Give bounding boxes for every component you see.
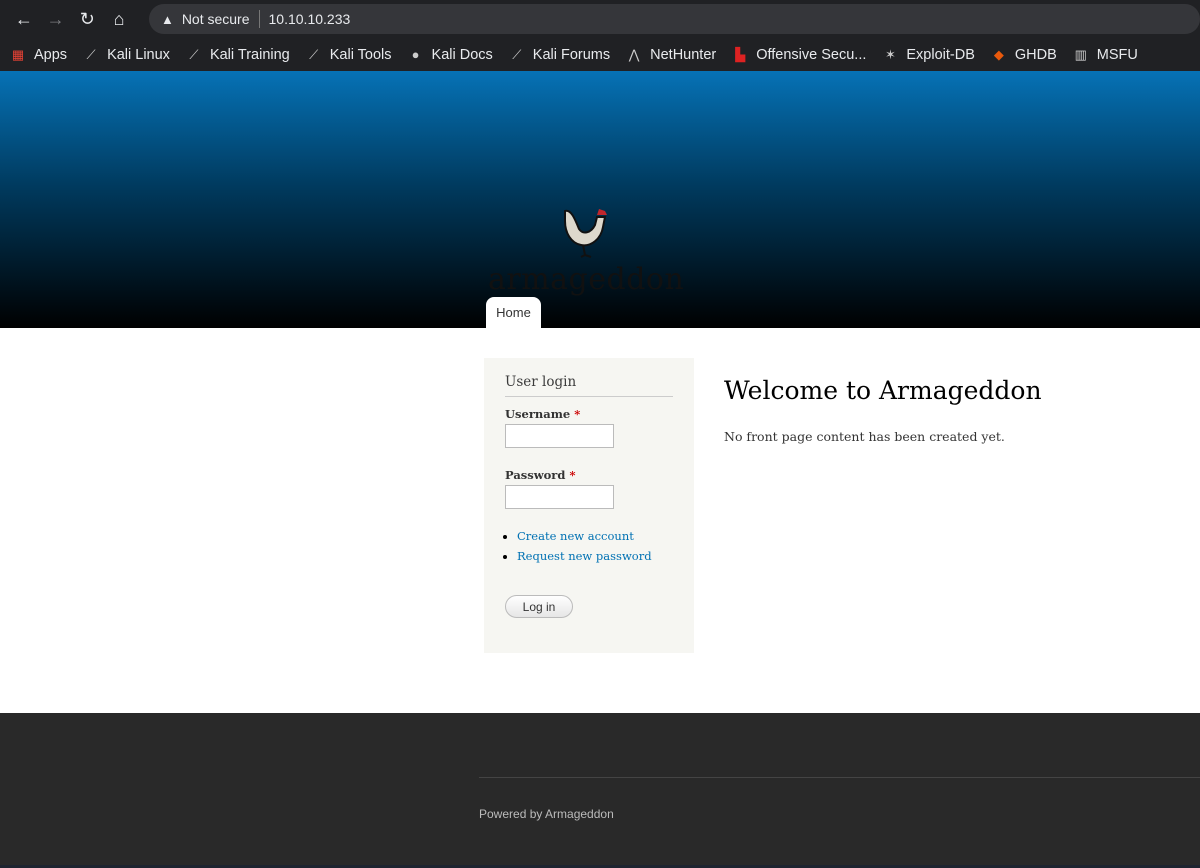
bookmark-item[interactable]: ⟋ Kali Tools [306, 46, 392, 63]
security-label[interactable]: Not secure [182, 11, 250, 27]
username-label: Username * [505, 407, 581, 421]
forward-icon[interactable]: → [40, 9, 72, 30]
globe-icon: ● [411, 46, 420, 62]
page-body: No front page content has been created y… [724, 429, 1005, 444]
main-content: Welcome to Armageddon No front page cont… [724, 376, 1042, 444]
kali-dragon-icon: ⟋ [309, 46, 319, 62]
create-account-link[interactable]: Create new account [517, 529, 634, 543]
bookmark-label: Kali Tools [329, 46, 392, 63]
login-title: User login [505, 374, 673, 397]
bookmark-item[interactable]: ◆ GHDB [991, 47, 1057, 63]
ghdb-icon: ◆ [993, 46, 1004, 62]
bookmark-item[interactable]: ⟋ Kali Forums [509, 47, 610, 63]
site-logo[interactable]: armageddon [488, 205, 684, 297]
nav-tab-home[interactable]: Home [486, 297, 541, 328]
login-button[interactable]: Log in [505, 595, 573, 618]
address-bar[interactable]: ▲ Not secure 10.10.10.233 [148, 4, 1200, 34]
page-title: Welcome to Armageddon [724, 376, 1042, 405]
bookmark-item[interactable]: ▥ MSFU [1073, 47, 1138, 63]
bookmark-item[interactable]: ✶ Exploit-DB [882, 47, 975, 63]
exploitdb-icon: ✶ [884, 46, 896, 62]
warning-icon: ▲ [160, 11, 174, 27]
bookmark-label: MSFU [1096, 46, 1138, 63]
bookmark-label: NetHunter [650, 46, 717, 63]
password-input[interactable] [505, 485, 614, 509]
site-header: armageddon Home [0, 71, 1200, 328]
bookmark-label: GHDB [1014, 46, 1057, 63]
bookmark-item[interactable]: ▦ Apps [10, 47, 67, 63]
login-links: Create new account Request new password [517, 529, 673, 563]
msfu-icon: ▥ [1074, 46, 1087, 62]
kali-dragon-icon: ⟋ [189, 46, 199, 62]
site-name: armageddon [488, 262, 685, 297]
browser-chrome: ← → ↻ ⌂ ▲ Not secure 10.10.10.233 ▦ Apps ⟋… [0, 0, 1200, 71]
request-password-link[interactable]: Request new password [517, 549, 652, 563]
username-input[interactable] [505, 424, 614, 448]
powered-by: Powered by Armageddon [479, 807, 614, 821]
kali-dragon-icon: ⟋ [512, 46, 522, 62]
kali-dragon-icon: ⟋ [86, 46, 96, 62]
bookmark-item[interactable]: ⟋ Kali Linux [83, 47, 170, 63]
password-label: Password * [505, 468, 576, 482]
url-text[interactable]: 10.10.10.233 [269, 11, 351, 27]
bookmark-label: Kali Training [209, 46, 290, 63]
bookmark-label: Exploit-DB [906, 46, 975, 63]
bookmark-item[interactable]: ▙ Offensive Secu... [732, 47, 866, 63]
bookmark-label: Kali Linux [107, 46, 170, 63]
bookmark-label: Apps [34, 46, 68, 63]
bookmark-item[interactable]: ⋀ NetHunter [626, 47, 716, 63]
bookmark-item[interactable]: ⟋ Kali Training [186, 46, 290, 63]
bookmark-label: Kali Docs [431, 46, 493, 63]
divider [258, 10, 260, 28]
bookmark-label: Offensive Secu... [756, 46, 867, 63]
offsec-icon: ▙ [735, 46, 746, 62]
rooster-icon [564, 209, 608, 258]
bookmark-item[interactable]: ● Kali Docs [408, 47, 493, 63]
user-login-block: User login Username * Password * Create … [484, 358, 694, 653]
apps-grid-icon: ▦ [11, 46, 25, 62]
bookmarks-bar: ▦ Apps ⟋ Kali Linux ⟋ Kali Training ⟋ Kali Tool… [0, 38, 1200, 71]
reload-icon[interactable]: ↻ [71, 9, 103, 30]
nethunter-icon: ⋀ [628, 46, 640, 62]
bookmark-label: Kali Forums [532, 46, 611, 63]
back-icon[interactable]: ← [8, 9, 40, 30]
site-footer: Powered by Armageddon [0, 713, 1200, 868]
home-icon[interactable]: ⌂ [103, 9, 135, 30]
footer-divider [479, 777, 1200, 778]
